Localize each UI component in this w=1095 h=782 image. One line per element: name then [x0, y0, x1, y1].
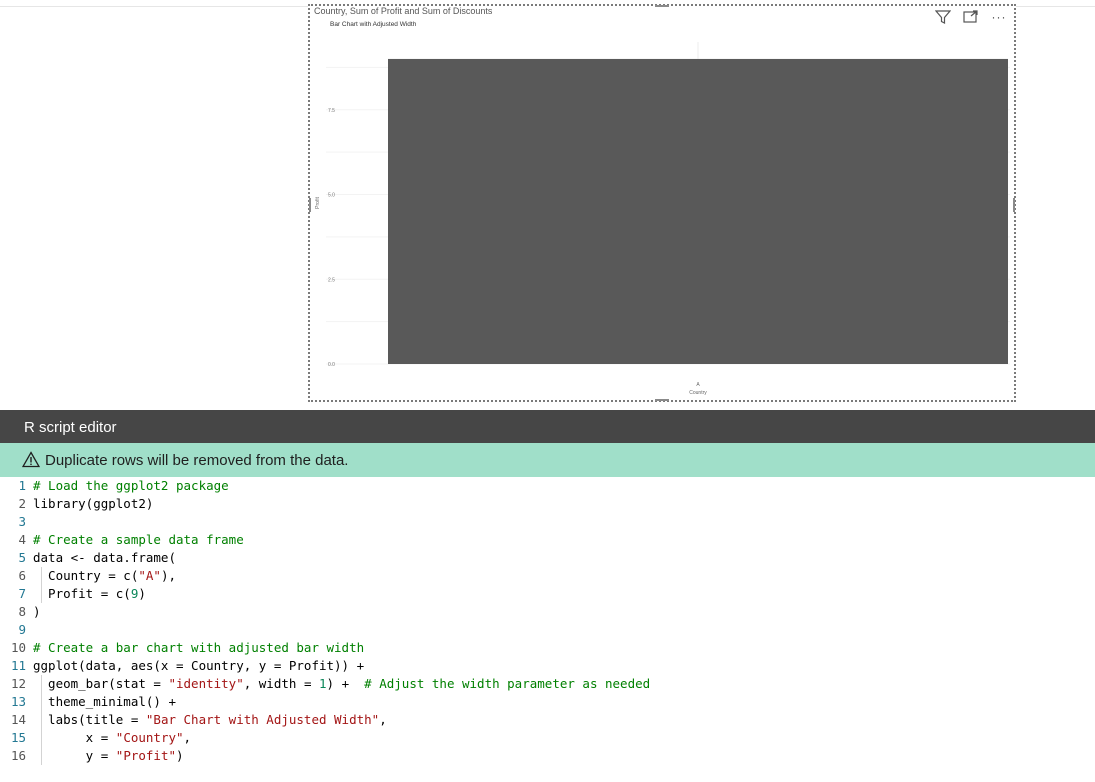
- code-text[interactable]: ): [33, 603, 41, 621]
- chart-title: Bar Chart with Adjusted Width: [330, 21, 417, 28]
- code-line[interactable]: 6 Country = c("A"),: [0, 567, 1095, 585]
- editor-title: R script editor: [24, 419, 117, 436]
- code-line[interactable]: 8): [0, 603, 1095, 621]
- code-text[interactable]: x = "Country",: [33, 729, 191, 747]
- line-number: 13: [10, 694, 26, 709]
- code-line[interactable]: 16 y = "Profit"): [0, 747, 1095, 765]
- r-visual-container[interactable]: A 0.0 2.5 5.0 7.5 Bar Chart with Adjusted Wid…: [308, 4, 1016, 402]
- code-line[interactable]: 11 ggplot(data, aes(x = Country, y = Prof…: [0, 657, 1095, 675]
- more-options-icon[interactable]: ···: [990, 9, 1008, 25]
- code-text[interactable]: geom_bar(stat = "identity", width = 1) +…: [33, 675, 650, 693]
- y-tick-label: 2.5: [328, 277, 335, 283]
- code-line[interactable]: 9: [0, 621, 1095, 639]
- code-text[interactable]: # Create a bar chart with adjusted bar w…: [33, 639, 364, 657]
- code-text[interactable]: ggplot(data, aes(x = Country, y = Profit…: [33, 657, 364, 675]
- line-number: 1: [18, 478, 26, 493]
- code-text[interactable]: y = "Profit"): [33, 747, 184, 765]
- line-number: 4: [18, 532, 26, 547]
- code-text[interactable]: theme_minimal() +: [33, 693, 176, 711]
- line-number: 9: [18, 622, 26, 637]
- x-tick-label: A: [696, 382, 700, 388]
- line-number: 8: [18, 604, 26, 619]
- code-line[interactable]: 13 theme_minimal() +: [0, 693, 1095, 711]
- visual-header-icons: ···: [934, 9, 1008, 25]
- line-number: 6: [18, 568, 26, 583]
- code-text[interactable]: labs(title = "Bar Chart with Adjusted Wi…: [33, 711, 387, 729]
- code-text[interactable]: Country = c("A"),: [33, 567, 176, 585]
- code-text[interactable]: # Create a sample data frame: [33, 531, 244, 549]
- visual-title: Country, Sum of Profit and Sum of Discou…: [314, 6, 493, 16]
- line-number: 12: [10, 676, 26, 691]
- line-number: 14: [10, 712, 26, 727]
- line-number: 16: [10, 748, 26, 763]
- indent-guide: [41, 675, 42, 765]
- filter-icon[interactable]: [934, 9, 952, 25]
- code-text[interactable]: # Load the ggplot2 package: [33, 477, 229, 495]
- line-number: 10: [10, 640, 26, 655]
- warning-text: Duplicate rows will be removed from the …: [45, 452, 349, 469]
- bar-A: [388, 58, 1008, 365]
- line-number: 2: [18, 496, 26, 511]
- code-line[interactable]: 3: [0, 513, 1095, 531]
- code-text[interactable]: Profit = c(9): [33, 585, 146, 603]
- y-tick-label: 0.0: [328, 362, 335, 368]
- x-axis-label: Country: [689, 390, 707, 396]
- warning-icon: [22, 451, 40, 468]
- focus-mode-icon[interactable]: [962, 9, 980, 25]
- code-line[interactable]: 7 Profit = c(9): [0, 585, 1095, 603]
- code-text[interactable]: data <- data.frame(: [33, 549, 176, 567]
- y-axis-label: Profit: [315, 197, 321, 209]
- duplicate-rows-warning: Duplicate rows will be removed from the …: [0, 443, 1095, 477]
- code-line[interactable]: 4 # Create a sample data frame: [0, 531, 1095, 549]
- code-line[interactable]: 2 library(ggplot2): [0, 495, 1095, 513]
- code-text[interactable]: library(ggplot2): [33, 495, 153, 513]
- code-line[interactable]: 10 # Create a bar chart with adjusted bar…: [0, 639, 1095, 657]
- y-tick-label: 5.0: [328, 193, 335, 199]
- r-code-editor[interactable]: 1 # Load the ggplot2 package 2 library(ggpl…: [0, 477, 1095, 782]
- indent-guide: [41, 567, 42, 603]
- r-script-editor-header: R script editor: [0, 410, 1095, 443]
- code-line[interactable]: 14 labs(title = "Bar Chart with Adjusted…: [0, 711, 1095, 729]
- y-tick-label: 7.5: [328, 108, 335, 114]
- code-line[interactable]: 12 geom_bar(stat = "identity", width = 1…: [0, 675, 1095, 693]
- code-line[interactable]: 1 # Load the ggplot2 package: [0, 477, 1095, 495]
- line-number: 5: [18, 550, 26, 565]
- code-line[interactable]: 15 x = "Country",: [0, 729, 1095, 747]
- bar-chart: A 0.0 2.5 5.0 7.5 Bar Chart with Adjusted Wid…: [315, 21, 1010, 396]
- line-number: 7: [18, 586, 26, 601]
- line-number: 3: [18, 514, 26, 529]
- line-number: 11: [10, 658, 26, 673]
- code-line[interactable]: 5 data <- data.frame(: [0, 549, 1095, 567]
- line-number: 15: [10, 730, 26, 745]
